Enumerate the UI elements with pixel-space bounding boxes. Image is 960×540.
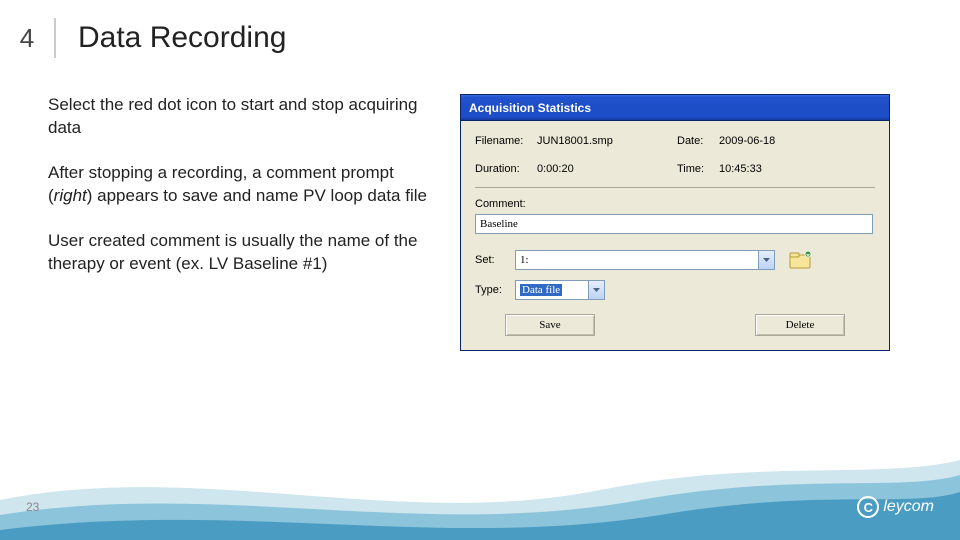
duration-value: 0:00:20 [537,163,677,175]
comment-input[interactable]: Baseline [475,214,873,234]
p2-part-c: ) appears to save and name PV loop data … [87,186,427,205]
comment-input-value: Baseline [480,218,518,230]
paragraph-2: After stopping a recording, a comment pr… [48,162,428,208]
separator [475,187,875,188]
footer-decoration [0,430,960,540]
type-dropdown-value: Data file [520,284,562,296]
type-label: Type: [475,284,515,296]
page-number: 23 [26,500,39,514]
slide-header: 4 Data Recording [0,0,960,58]
section-number: 4 [0,18,56,58]
acquisition-statistics-dialog: Acquisition Statistics Filename: JUN1800… [460,94,890,351]
time-label: Time: [677,163,719,175]
paragraph-3: User created comment is usually the name… [48,230,428,276]
delete-button[interactable]: Delete [755,314,845,336]
date-value: 2009-06-18 [719,135,775,147]
brand-mark-icon: C [857,496,879,518]
chevron-down-icon[interactable] [758,251,774,269]
folder-icon[interactable] [787,248,815,272]
save-button[interactable]: Save [505,314,595,336]
set-dropdown[interactable]: 1: [515,250,775,270]
slide-title: Data Recording [56,21,286,55]
date-label: Date: [677,135,719,147]
comment-label: Comment: [475,198,875,210]
duration-label: Duration: [475,163,537,175]
chevron-down-icon[interactable] [588,281,604,299]
time-value: 10:45:33 [719,163,762,175]
brand-logo: C leycom [857,496,934,518]
p2-part-italic: right [54,186,87,205]
brand-text: leycom [883,498,934,516]
filename-value: JUN18001.smp [537,135,677,147]
dialog-titlebar[interactable]: Acquisition Statistics [461,95,889,121]
paragraph-1: Select the red dot icon to start and sto… [48,94,428,140]
set-dropdown-value: 1: [520,254,529,266]
filename-label: Filename: [475,135,537,147]
set-label: Set: [475,254,515,266]
type-dropdown[interactable]: Data file [515,280,605,300]
body-text: Select the red dot icon to start and sto… [48,94,428,351]
